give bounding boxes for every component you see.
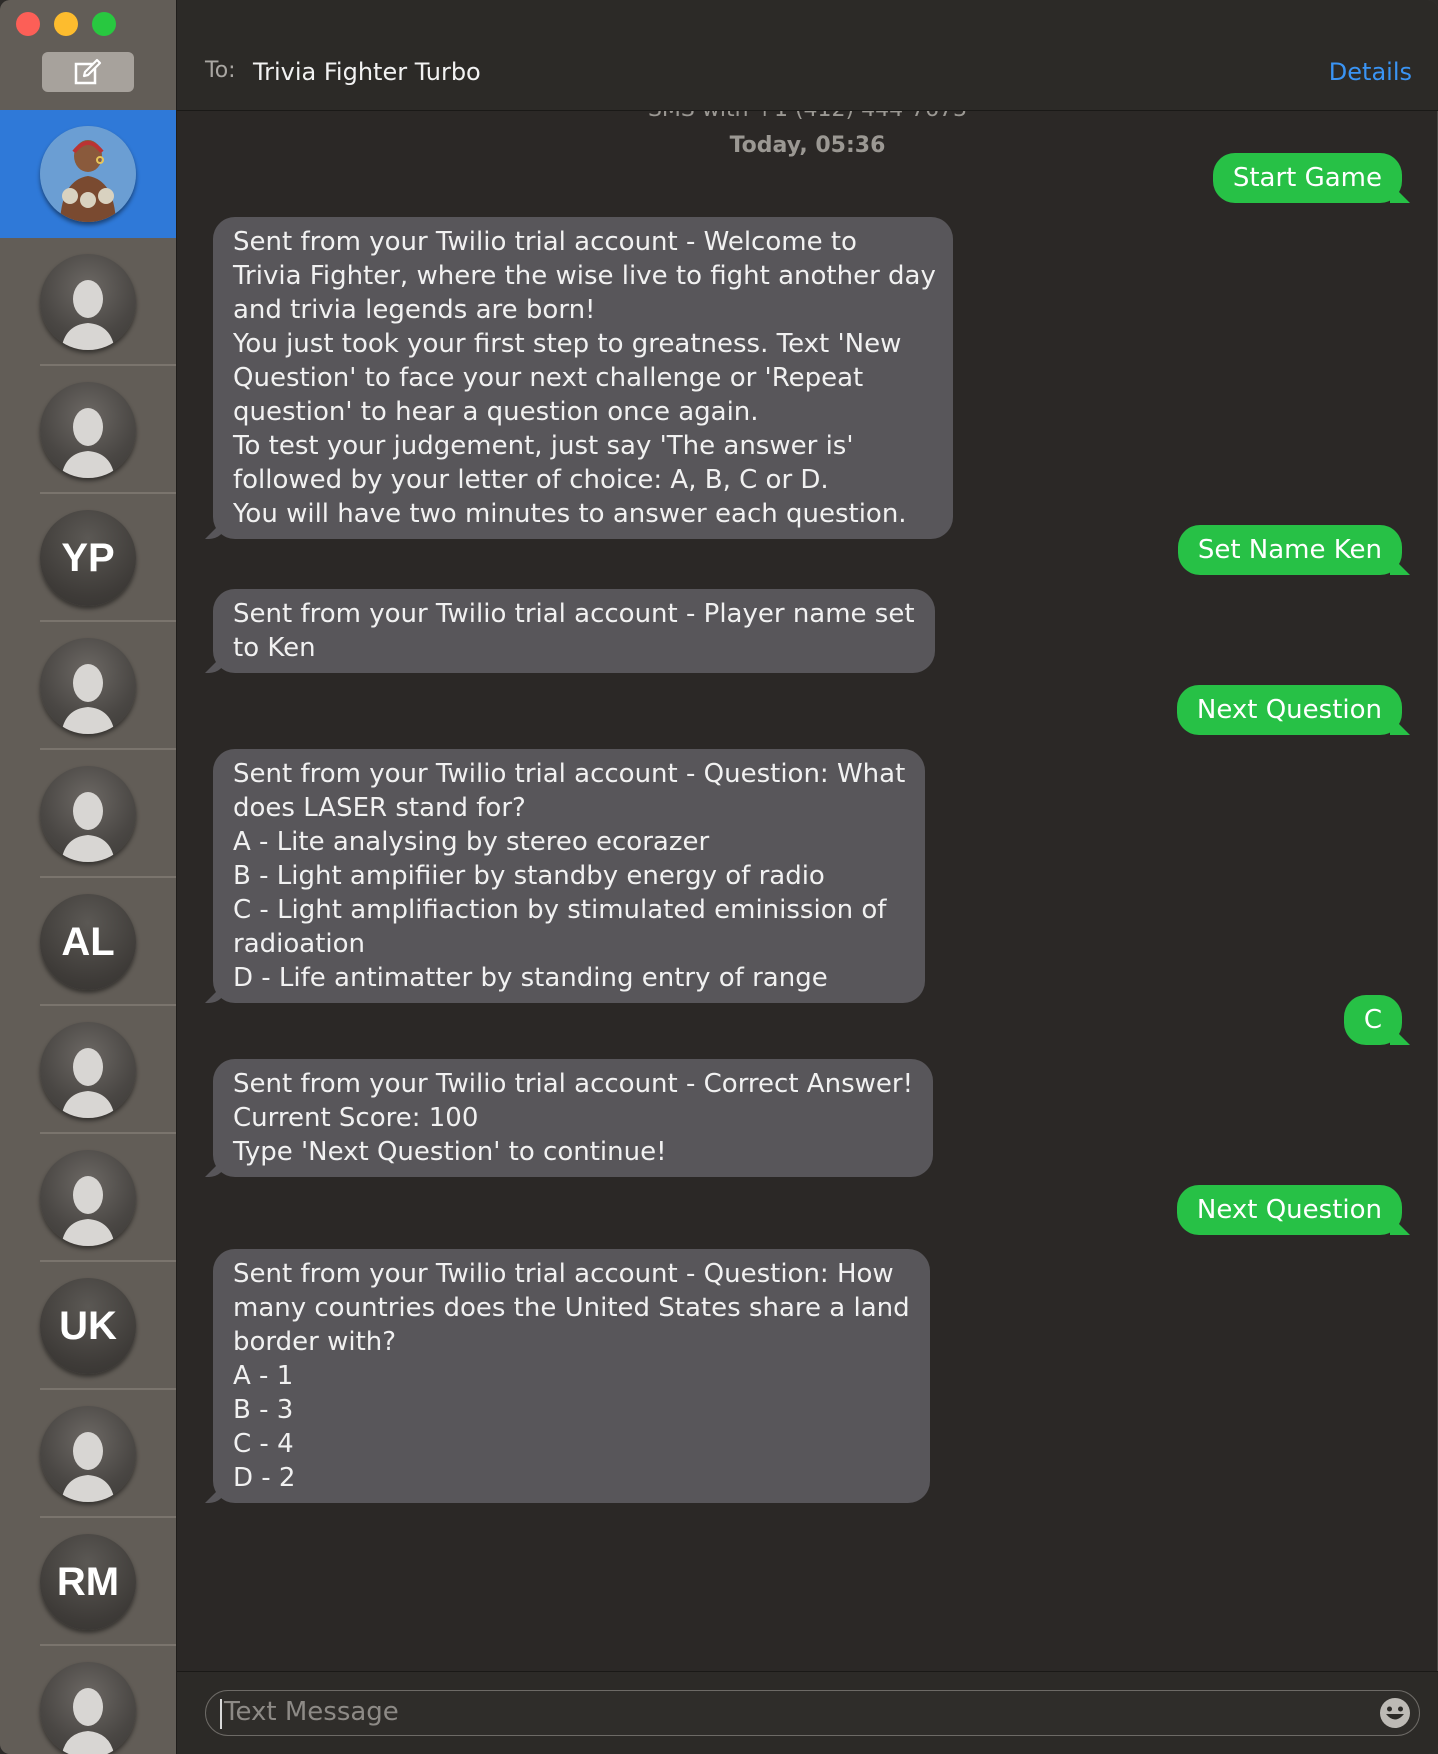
conversation-item[interactable] (0, 1006, 176, 1134)
conversation-service-label: SMS with +1 (412) 444-7673 (177, 111, 1438, 122)
message-text-line: Sent from your Twilio trial account - Co… (233, 1069, 913, 1099)
incoming-message[interactable]: Sent from your Twilio trial account - Qu… (213, 1249, 930, 1503)
avatar-silhouette-icon (40, 1022, 136, 1118)
avatar-silhouette-icon (40, 1406, 136, 1502)
zoom-window-button[interactable] (92, 12, 116, 36)
outgoing-message[interactable]: Start Game (1212, 153, 1402, 203)
conversation-item[interactable]: UK (0, 1262, 176, 1390)
conversation-item[interactable] (0, 1134, 176, 1262)
message-text-line: To test your judgement, just say 'The an… (233, 431, 854, 461)
outgoing-message[interactable]: Next Question (1176, 685, 1402, 735)
message-input-placeholder: Text Message (224, 1697, 399, 1727)
avatar-silhouette-icon (40, 254, 136, 350)
message-text-line: Sent from your Twilio trial account - We… (233, 227, 857, 257)
avatar-initials: AL (61, 919, 115, 964)
conversation-item[interactable]: RM (0, 1518, 176, 1646)
details-button[interactable]: Details (1329, 58, 1412, 86)
avatar: RM (40, 1534, 136, 1630)
message-text-line: Trivia Fighter, where the wise live to f… (233, 261, 936, 291)
message-text-line: Set Name Ken (1197, 535, 1382, 565)
conversation-item[interactable] (0, 1390, 176, 1518)
avatar: UK (40, 1278, 136, 1374)
message-text-line: D - 2 (233, 1463, 296, 1493)
outgoing-message[interactable]: Next Question (1176, 1185, 1402, 1235)
message-text-line: border with? (233, 1327, 397, 1357)
incoming-message[interactable]: Sent from your Twilio trial account - Co… (213, 1059, 933, 1177)
message-text-line: You just took your first step to greatne… (233, 329, 902, 359)
message-text-line: radioation (233, 929, 365, 959)
outgoing-message[interactable]: Set Name Ken (1177, 525, 1402, 575)
message-text-line: B - 3 (233, 1395, 294, 1425)
avatar-silhouette-icon (40, 766, 136, 862)
message-text-line: many countries does the United States sh… (233, 1293, 910, 1323)
conversation-item[interactable] (0, 1646, 176, 1754)
conversation-item[interactable]: YP (0, 494, 176, 622)
message-input[interactable]: Text Message (205, 1690, 1420, 1736)
avatar-silhouette-icon (40, 1150, 136, 1246)
message-text-line: Start Game (1232, 163, 1382, 193)
message-text-line: Sent from your Twilio trial account - Pl… (233, 599, 915, 629)
text-caret (220, 1699, 222, 1729)
message-text-line: C (1363, 1005, 1382, 1035)
avatar-photo (40, 126, 136, 222)
traffic-lights (16, 12, 116, 36)
avatar: YP (40, 510, 136, 606)
message-transcript[interactable]: SMS with +1 (412) 444-7673 Today, 05:36 … (177, 111, 1438, 1671)
compose-button[interactable] (42, 52, 134, 92)
avatar-initials: UK (59, 1303, 117, 1348)
compose-icon (74, 58, 102, 85)
avatar-silhouette-icon (40, 638, 136, 734)
conversation-item[interactable] (0, 622, 176, 750)
outgoing-message[interactable]: C (1343, 995, 1402, 1045)
conversation-sidebar: YP AL UK RM (0, 0, 177, 1754)
message-text-line: Next Question (1196, 695, 1382, 725)
message-text-line: You will have two minutes to answer each… (233, 499, 907, 529)
conversation-list: YP AL UK RM (0, 110, 176, 1754)
close-window-button[interactable] (16, 12, 40, 36)
incoming-message[interactable]: Sent from your Twilio trial account - Pl… (213, 589, 935, 673)
avatar-initials: RM (56, 1559, 120, 1604)
message-text-line: to Ken (233, 633, 316, 663)
incoming-message[interactable]: Sent from your Twilio trial account - Qu… (213, 749, 926, 1003)
message-text-line: A - Lite analysing by stereo ecorazer (233, 827, 710, 857)
to-label: To: (205, 58, 236, 83)
message-text-line: Sent from your Twilio trial account - Qu… (233, 1259, 894, 1289)
message-text-line: Question' to face your next challenge or… (233, 363, 864, 393)
message-text-line: Next Question (1196, 1195, 1382, 1225)
message-text-line: D - Life antimatter by standing entry of… (233, 963, 828, 993)
conversation-header: To: Trivia Fighter Turbo Details (177, 0, 1438, 111)
minimize-window-button[interactable] (54, 12, 78, 36)
incoming-message[interactable]: Sent from your Twilio trial account - We… (213, 217, 953, 539)
avatar: AL (40, 894, 136, 990)
conversation-item[interactable]: AL (0, 878, 176, 1006)
messages-window: YP AL UK RM To: Trivia Fighter Turbo Detail… (0, 0, 1438, 1754)
message-text-line: C - 4 (233, 1429, 294, 1459)
message-text-line: does LASER stand for? (233, 793, 526, 823)
avatar-initials: YP (61, 535, 115, 580)
avatar-silhouette-icon (40, 382, 136, 478)
conversation-item[interactable] (0, 238, 176, 366)
message-text-line: followed by your letter of choice: A, B,… (233, 465, 829, 495)
message-input-bar: Text Message (177, 1671, 1438, 1754)
message-text-line: A - 1 (233, 1361, 294, 1391)
message-text-line: Current Score: 100 (233, 1103, 479, 1133)
recipient-name: Trivia Fighter Turbo (253, 58, 481, 86)
conversation-item[interactable] (0, 110, 176, 238)
conversation-item[interactable] (0, 366, 176, 494)
avatar-silhouette-icon (40, 1662, 136, 1754)
message-text-line: C - Light amplifiaction by stimulated em… (233, 895, 887, 925)
message-text-line: Type 'Next Question' to continue! (233, 1137, 667, 1167)
message-text-line: and trivia legends are born! (233, 295, 596, 325)
message-text-line: Sent from your Twilio trial account - Qu… (233, 759, 906, 789)
conversation-item[interactable] (0, 750, 176, 878)
emoji-icon[interactable] (1377, 1695, 1413, 1731)
message-text-line: B - Light ampifiier by standby energy of… (233, 861, 825, 891)
message-text-line: question' to hear a question once again. (233, 397, 759, 427)
